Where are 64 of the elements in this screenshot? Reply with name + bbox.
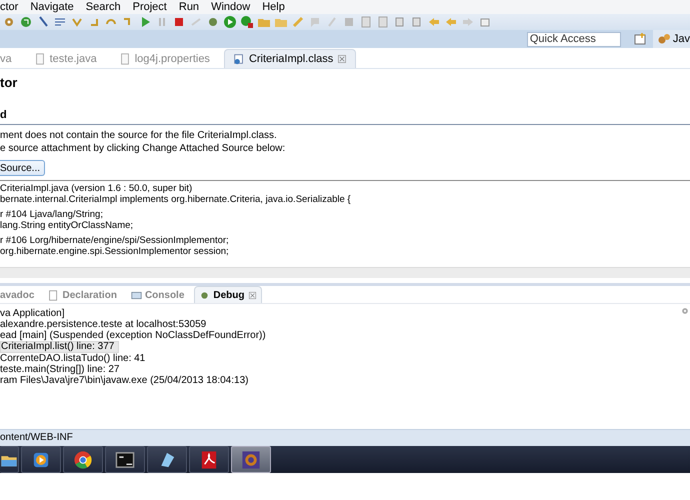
editor-tab[interactable]: log4j.properties (110, 50, 218, 68)
stop-icon[interactable] (172, 15, 186, 29)
file-icon (118, 53, 131, 65)
page-icon[interactable] (376, 15, 390, 29)
menu-item[interactable]: Search (86, 1, 121, 13)
debug-tree-item[interactable]: CriteriaImpl.list() line: 377 (0, 341, 120, 353)
debug-tree-item[interactable]: alexandre.persistence.teste at localhost:53059 (0, 319, 210, 330)
code-line: org.hibernate.engine.spi.SessionImplementor session; (0, 246, 230, 257)
open-perspective-icon[interactable] (632, 32, 647, 46)
menu-item[interactable]: Run (178, 1, 200, 13)
perspective-button[interactable]: Jav (652, 30, 690, 48)
file-icon (34, 53, 46, 65)
debug-tree-item[interactable]: CorrenteDAO.listaTudo() line: 41 (0, 353, 150, 364)
view-tab[interactable]: Declaration (44, 287, 121, 303)
menu-item[interactable]: Navigate (30, 1, 74, 13)
message-text: ment does not contain the source for the file CriteriaImpl.class. (0, 129, 278, 142)
console-icon (130, 290, 142, 300)
browser-icon (73, 450, 93, 470)
taskbar-button[interactable] (0, 446, 19, 473)
debug-tree-item[interactable]: ead [main] (Suspended (exception NoClassDefFoundError)) (0, 330, 270, 341)
back-icon[interactable] (444, 15, 458, 29)
terminal-icon (115, 450, 135, 470)
change-source-button[interactable]: Source... (0, 160, 46, 176)
declaration-icon (48, 290, 60, 300)
debug-tree-item[interactable]: teste.main(String[]) line: 27 (0, 364, 124, 375)
taskbar-button[interactable] (147, 446, 187, 473)
quick-access-field[interactable]: Quick Access (526, 32, 621, 46)
taskbar-button[interactable] (105, 446, 145, 473)
view-tab[interactable]: Console (126, 287, 188, 303)
editor-tab[interactable]: va (0, 50, 20, 68)
scroll-bar[interactable] (0, 267, 690, 278)
taskbar-button[interactable] (63, 446, 103, 473)
pdf-icon (199, 450, 219, 470)
code-line: r #104 Ljava/lang/String; (0, 210, 104, 220)
status-text: ontent/WEB-INF (0, 429, 690, 446)
ide-icon (241, 450, 261, 470)
document-icon[interactable] (359, 15, 373, 29)
debug-tree-item[interactable]: va Application] (0, 308, 68, 319)
taskbar-button[interactable] (21, 446, 61, 473)
view-tab[interactable]: avadoc (0, 287, 38, 303)
class-file-icon (232, 53, 245, 65)
close-icon[interactable] (337, 54, 348, 64)
back-arrow-icon[interactable] (427, 15, 441, 29)
menu-item[interactable]: Help (262, 1, 285, 13)
editor-tab[interactable]: teste.java (26, 50, 105, 68)
menu-item[interactable]: ctor (0, 1, 18, 13)
code-line: lang.String entityOrClassName; (0, 220, 134, 231)
code-line: CriteriaImpl.java (version 1.6 : 50.0, super bit) (0, 184, 194, 194)
taskbar-button[interactable] (189, 446, 229, 473)
view-tab[interactable]: Debug (194, 286, 262, 303)
pencil-icon[interactable] (291, 15, 305, 29)
run-icon[interactable] (223, 15, 237, 29)
code-line: bernate.internal.CriteriaImpl implements org.hibernate.Criteria, java.io.Serializable { (0, 194, 352, 205)
java-perspective-icon[interactable] (656, 32, 671, 46)
message-text: e source attachment by clicking Change Attached Source below: (0, 142, 286, 155)
menu-item[interactable]: Project (132, 1, 167, 13)
debug-tree-item[interactable]: ram Files\Java\jre7\bin\javaw.exe (25/04/2013 18:04:13) (0, 375, 252, 386)
editor-title: tor (0, 74, 18, 92)
editor-tab[interactable]: CriteriaImpl.class (224, 49, 356, 68)
forward-icon[interactable] (461, 15, 475, 29)
section-heading: d (0, 109, 690, 125)
menu-item[interactable]: Window (211, 1, 250, 13)
code-line: r #106 Lorg/hibernate/engine/spi/SessionImplementor; (0, 236, 230, 246)
close-icon[interactable] (248, 290, 256, 300)
